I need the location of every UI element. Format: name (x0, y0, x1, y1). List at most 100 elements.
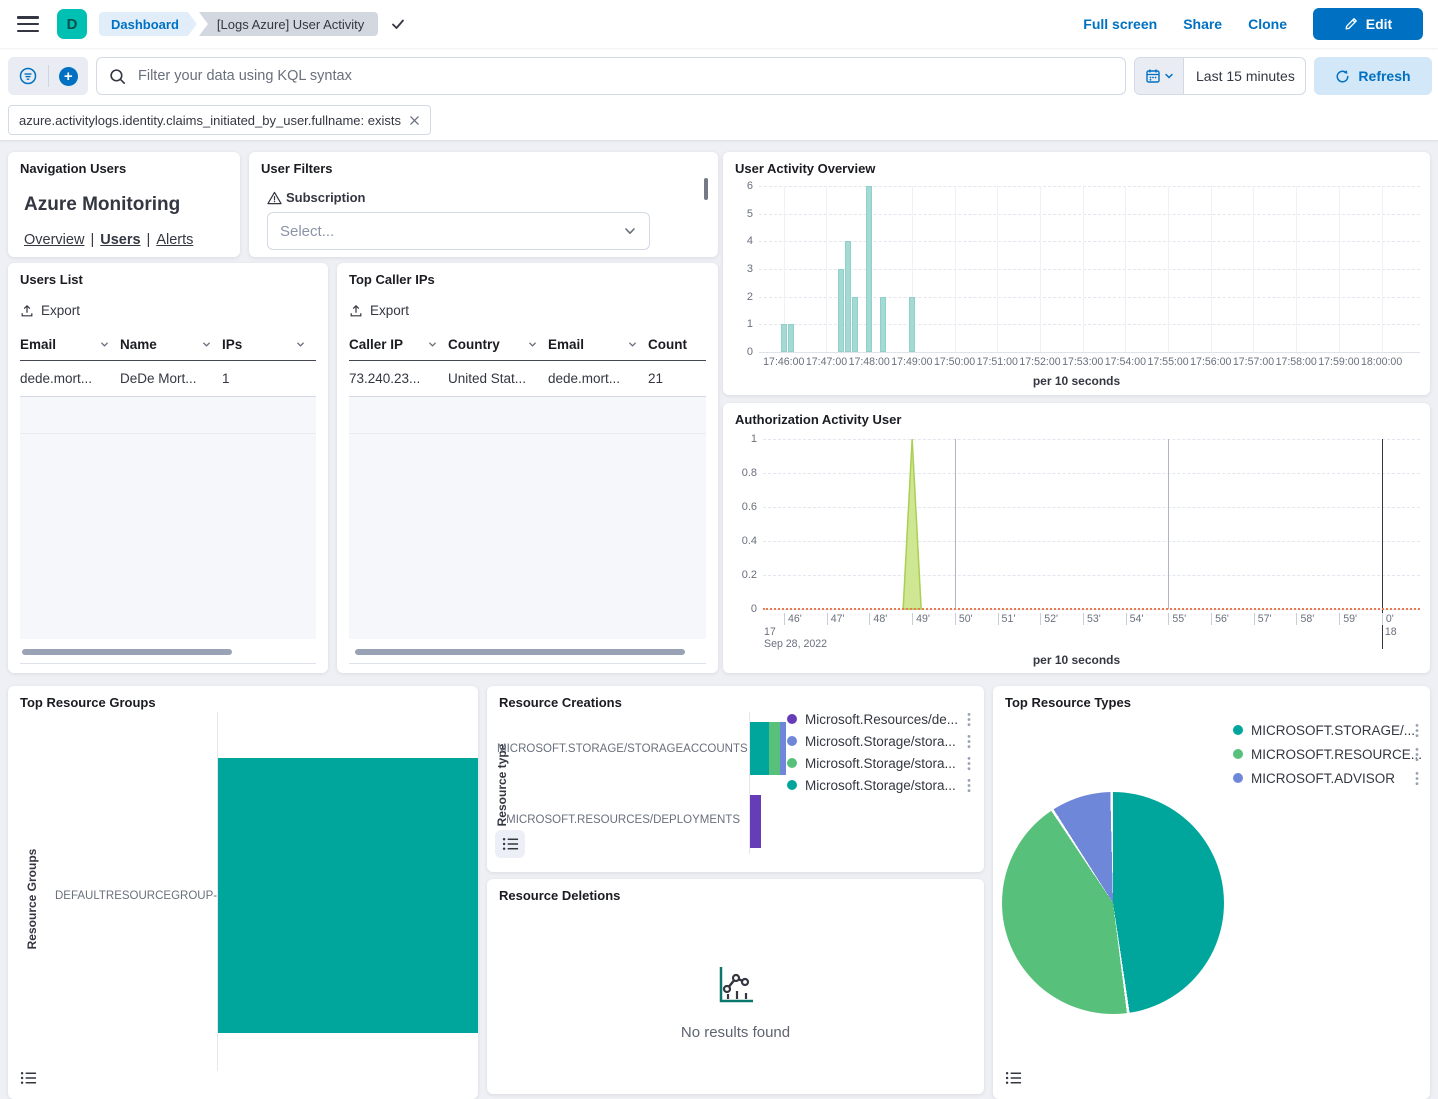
panel-title[interactable]: Authorization Activity User (735, 412, 901, 427)
share-link[interactable]: Share (1183, 16, 1222, 32)
histogram-bar[interactable] (866, 186, 872, 352)
full-screen-link[interactable]: Full screen (1083, 16, 1157, 32)
legend-item[interactable]: Microsoft.Resources/de... (787, 709, 958, 729)
legend-item[interactable]: MICROSOFT.RESOURCE... (1233, 744, 1422, 764)
legend-menu-icon[interactable] (1414, 723, 1420, 738)
bar-segment[interactable] (750, 722, 769, 775)
legend-label: Microsoft.Storage/stora... (805, 734, 956, 749)
panel-title[interactable]: User Filters (261, 161, 333, 176)
spike-area (763, 439, 1420, 609)
column-header-country[interactable]: Country (448, 337, 548, 352)
time-range-picker[interactable]: Last 15 minutes (1134, 57, 1306, 95)
chevron-down-icon (1164, 71, 1174, 81)
legend-toggle-icon[interactable] (1005, 1070, 1022, 1086)
cell-caller-ip: 73.240.23... (349, 361, 448, 396)
legend-menu-icon[interactable] (966, 712, 972, 727)
panel-title[interactable]: Resource Creations (499, 695, 622, 710)
kql-search-input[interactable] (136, 67, 1125, 85)
legend-menu-icon[interactable] (966, 778, 972, 793)
panel-title[interactable]: Top Resource Types (1005, 695, 1131, 710)
legend-menu-icon[interactable] (1414, 771, 1420, 786)
histogram-bar[interactable] (781, 324, 787, 352)
menu-icon[interactable] (17, 16, 39, 32)
legend-toggle-icon[interactable] (20, 1070, 37, 1086)
markdown-heading: Azure Monitoring (24, 194, 180, 216)
no-results-text: No results found (487, 1024, 984, 1041)
add-filter-button[interactable]: + (48, 57, 88, 95)
histogram-bar[interactable] (838, 269, 844, 352)
edit-button[interactable]: Edit (1313, 8, 1423, 40)
breadcrumb-dashboard[interactable]: Dashboard (99, 12, 197, 36)
gridline (1168, 186, 1169, 352)
panel-title[interactable]: Resource Deletions (499, 888, 620, 903)
cell-email: dede.mort... (548, 361, 648, 396)
legend-menu-icon[interactable] (1414, 747, 1420, 762)
bar-segment[interactable] (750, 795, 761, 848)
stacked-bar[interactable] (750, 795, 761, 848)
legend-item[interactable]: Microsoft.Storage/stora... (787, 775, 956, 795)
x-tick-label: 17:55:00 (1147, 356, 1188, 368)
legend-menu-icon[interactable] (966, 756, 972, 771)
x-axis-labels: 17:46:0017:47:0017:48:0017:49:0017:50:00… (759, 354, 1420, 370)
table-empty-area (349, 397, 706, 639)
bar-segment[interactable] (780, 722, 786, 775)
legend-item[interactable]: MICROSOFT.STORAGE/... (1233, 720, 1415, 740)
active-filter-pill[interactable]: azure.activitylogs.identity.claims_initi… (8, 105, 431, 135)
legend-toggle-icon[interactable] (495, 830, 525, 858)
export-button[interactable]: Export (20, 303, 80, 318)
histogram-bar[interactable] (788, 324, 794, 352)
scrollbar-thumb[interactable] (355, 649, 685, 655)
dashboard-logo[interactable]: D (57, 9, 87, 39)
nav-link-alerts[interactable]: Alerts (156, 232, 193, 248)
pie-chart[interactable] (1002, 792, 1224, 1014)
plus-icon: + (59, 67, 78, 86)
column-header-name[interactable]: Name (120, 337, 222, 352)
x-tick-label: 48' (869, 613, 887, 625)
export-button[interactable]: Export (349, 303, 409, 318)
x-axis-date-label: Sep 28, 2022 (764, 638, 827, 650)
histogram-bar[interactable] (845, 241, 851, 352)
legend-item[interactable]: Microsoft.Storage/stora... (787, 753, 956, 773)
x-axis-hour-label: 18 (1385, 626, 1397, 638)
scrollbar-thumb[interactable] (22, 649, 232, 655)
x-tick-label: 17:51:00 (977, 356, 1018, 368)
column-header-ips[interactable]: IPs (222, 337, 316, 352)
panel-title[interactable]: Top Resource Groups (20, 695, 156, 710)
bar-segment[interactable] (769, 722, 780, 775)
gridline (1125, 186, 1126, 352)
panel-scrollbar[interactable] (704, 178, 708, 200)
baseline-series (763, 608, 1420, 610)
column-header-email[interactable]: Email (20, 337, 120, 352)
legend-item[interactable]: MICROSOFT.ADVISOR (1233, 768, 1395, 788)
panel-title[interactable]: User Activity Overview (735, 161, 875, 176)
panel-title[interactable]: Navigation Users (20, 161, 126, 176)
clone-link[interactable]: Clone (1248, 16, 1287, 32)
panel-title[interactable]: Top Caller IPs (349, 272, 435, 287)
nav-link-overview[interactable]: Overview (24, 232, 84, 248)
refresh-button[interactable]: Refresh (1314, 57, 1432, 95)
column-header-count[interactable]: Count (648, 337, 706, 352)
remove-filter-icon[interactable] (409, 115, 420, 126)
legend-item[interactable]: Microsoft.Storage/stora... (787, 731, 956, 751)
histogram-bar[interactable] (852, 297, 858, 352)
nav-link-users[interactable]: Users (100, 232, 140, 248)
category-label: DEFAULTRESOURCEGROUP-WEU (55, 890, 215, 902)
table-header-row: Email Name IPs (20, 337, 316, 361)
histogram-bar[interactable] (880, 297, 886, 352)
resource-group-bar[interactable] (218, 758, 478, 1033)
calendar-dropdown[interactable] (1135, 58, 1184, 94)
area-plot-area: 00.20.40.60.81 (763, 439, 1420, 610)
kql-search-bar[interactable] (96, 57, 1126, 95)
subscription-select[interactable]: Select... (267, 212, 650, 250)
panel-title[interactable]: Users List (20, 272, 83, 287)
saved-query-button[interactable] (8, 57, 48, 95)
y-tick-label: 2 (725, 291, 753, 303)
breadcrumb-check-icon (390, 16, 406, 32)
time-range-value[interactable]: Last 15 minutes (1184, 58, 1305, 94)
column-header-caller-ip[interactable]: Caller IP (349, 337, 448, 352)
stacked-bar[interactable] (750, 722, 786, 775)
histogram-bar[interactable] (909, 297, 915, 352)
column-header-email[interactable]: Email (548, 337, 648, 352)
y-axis-title: Resource Groups (25, 839, 39, 959)
legend-menu-icon[interactable] (966, 734, 972, 749)
